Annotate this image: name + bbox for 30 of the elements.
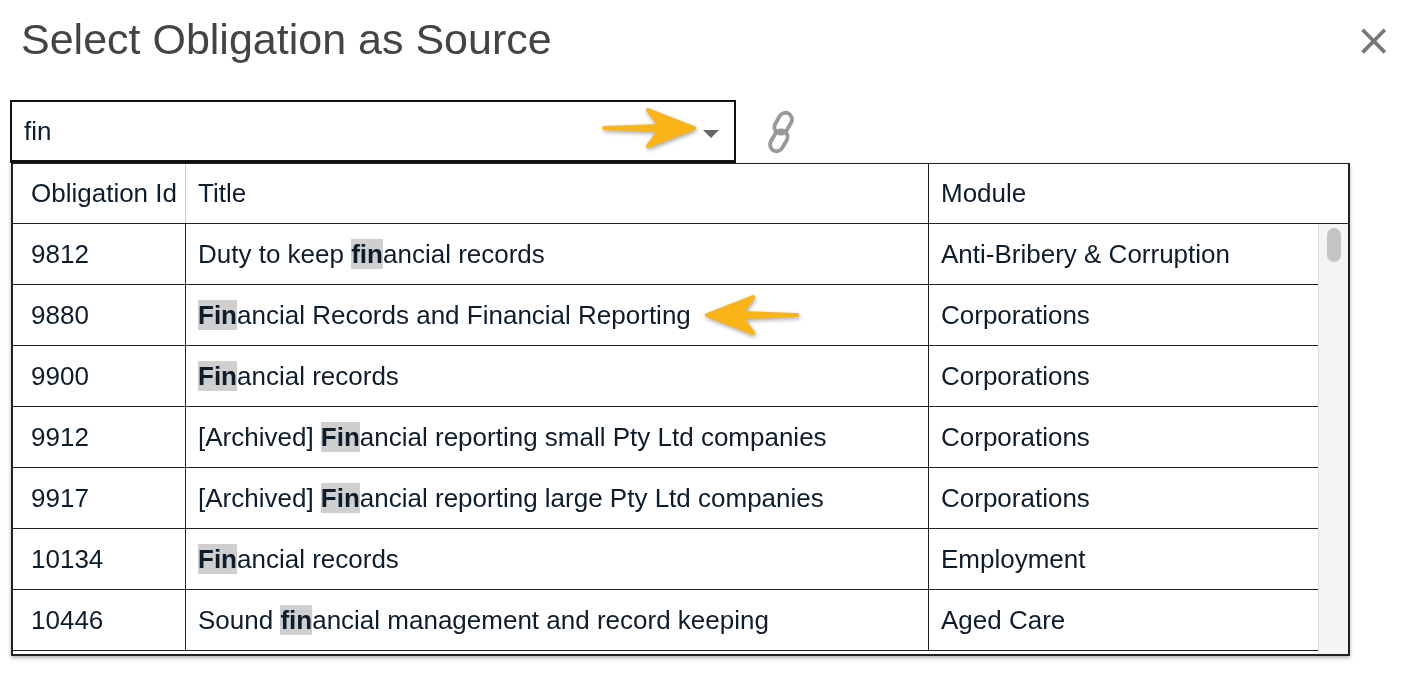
column-header: Obligation Id: [13, 164, 186, 223]
table-cell: 10134: [13, 529, 186, 589]
table-cell: 9917: [13, 468, 186, 528]
table-cell: Financial Records and Financial Reporting: [186, 285, 929, 345]
table-cell: 9880: [13, 285, 186, 345]
table-cell: [Archived] Financial reporting large Pty Ltd companies: [186, 468, 929, 528]
table-cell-text: Corporations: [940, 359, 1091, 393]
table-cell: 10446: [13, 590, 186, 650]
table-cell: 9812: [13, 224, 186, 284]
column-header: Module: [940, 177, 1028, 210]
table-cell: Sound financial management and record keeping: [186, 590, 929, 650]
table-cell: 9912: [13, 407, 186, 467]
table-cell-text: Corporations: [940, 420, 1091, 454]
table-cell-text: Employment: [940, 542, 1087, 576]
search-field[interactable]: fin: [10, 100, 736, 163]
table-cell: Financial records: [186, 346, 929, 406]
close-button[interactable]: ×: [1349, 13, 1398, 65]
dialog-title: Select Obligation as Source: [21, 14, 552, 64]
scrollbar-thumb[interactable]: [1327, 228, 1341, 262]
table-cell-text: Corporations: [940, 298, 1091, 332]
table-cell: 9900: [13, 346, 186, 406]
column-header: Title: [186, 164, 929, 223]
caret-icon[interactable]: [703, 130, 719, 138]
table-cell-text: Anti-Bribery & Corruption: [940, 237, 1231, 271]
table-cell-text: Corporations: [940, 481, 1091, 515]
table-cell-text: Aged Care: [940, 603, 1067, 637]
link-icon[interactable]: [766, 109, 796, 154]
table-cell: [Archived] Financial reporting small Pty Ltd companies: [186, 407, 929, 467]
table-cell: Financial records: [186, 529, 929, 589]
table-cell: Duty to keep financial records: [186, 224, 929, 284]
